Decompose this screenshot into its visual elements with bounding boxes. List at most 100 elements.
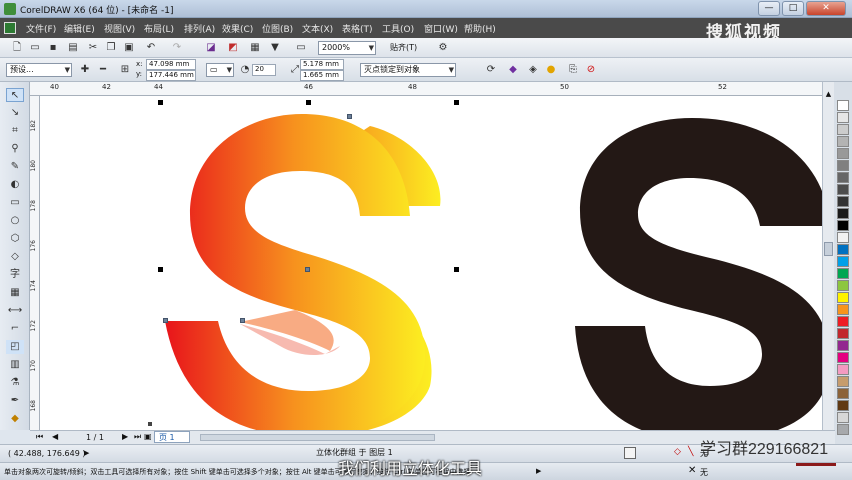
selection-handle[interactable] [158, 267, 163, 272]
palette-swatch[interactable] [837, 352, 849, 363]
palette-swatch[interactable] [837, 304, 849, 315]
export-icon[interactable]: ◩ [226, 41, 240, 55]
palette-swatch[interactable] [837, 160, 849, 171]
x-position-field[interactable]: 47.098 mm [146, 59, 196, 70]
vanishing-point-properties-combo[interactable]: 灭点锁定到对象 ▼ [360, 63, 456, 77]
selection-handle[interactable] [454, 267, 459, 272]
freehand-tool-icon[interactable]: ✎ [6, 160, 24, 174]
horizontal-ruler[interactable]: 40 42 44 46 48 50 52 [30, 82, 825, 96]
vanishing-point-marker[interactable] [148, 422, 152, 426]
snap-to-dropdown[interactable]: 贴齐(T) [390, 42, 417, 53]
page-tab[interactable]: 页 1 [154, 431, 190, 443]
menu-view[interactable]: 视图(V) [104, 22, 135, 35]
palette-swatch[interactable] [837, 220, 849, 231]
extrude-node[interactable] [163, 318, 168, 323]
extrude-tool-icon[interactable]: ◰ [6, 340, 24, 354]
table-tool-icon[interactable]: ▦ [6, 286, 24, 300]
hint-expand-icon[interactable]: ▶ [536, 467, 541, 475]
depth-field[interactable]: 20 [252, 64, 276, 76]
ellipse-tool-icon[interactable]: ○ [6, 214, 24, 228]
undo-icon[interactable]: ↶ [144, 41, 158, 55]
maximize-button[interactable]: □ [782, 1, 804, 16]
rectangle-tool-icon[interactable]: ▭ [6, 196, 24, 210]
crop-tool-icon[interactable]: ⌗ [6, 124, 24, 138]
menu-arrange[interactable]: 排列(A) [184, 22, 215, 35]
cut-icon[interactable]: ✂ [86, 41, 100, 55]
palette-swatch[interactable] [837, 388, 849, 399]
palette-swatch[interactable] [837, 376, 849, 387]
new-document-icon[interactable]: 🗋 [10, 41, 24, 55]
menu-tools[interactable]: 工具(O) [382, 22, 414, 35]
palette-swatch[interactable] [837, 148, 849, 159]
extrude-rotation-icon[interactable]: ⟳ [484, 63, 498, 77]
copy-icon[interactable]: ❐ [104, 41, 118, 55]
polygon-tool-icon[interactable]: ⬡ [6, 232, 24, 246]
full-screen-preview-icon[interactable]: ▭ [294, 41, 308, 55]
y-position-field[interactable]: 177.446 mm [146, 70, 196, 81]
connector-tool-icon[interactable]: ⌐ [6, 322, 24, 336]
vanishing-point-x-field[interactable]: 5.178 mm [300, 59, 344, 70]
palette-swatch[interactable] [837, 208, 849, 219]
palette-swatch[interactable] [837, 256, 849, 267]
copy-extrude-properties-icon[interactable]: ⎘ [566, 63, 580, 77]
color-proof-icon[interactable] [624, 447, 636, 459]
zoom-level-combo[interactable]: 2000% ▼ [318, 41, 376, 55]
palette-swatch[interactable] [837, 424, 849, 435]
palette-swatch[interactable] [837, 172, 849, 183]
extrude-node[interactable] [240, 318, 245, 323]
menu-bitmaps[interactable]: 位图(B) [262, 22, 293, 35]
clear-extrude-icon[interactable]: ⊘ [584, 63, 598, 77]
save-icon[interactable]: ▪ [46, 41, 60, 55]
extrude-color-icon[interactable]: ◆ [506, 63, 520, 77]
vanishing-point-y-field[interactable]: 1.665 mm [300, 70, 344, 81]
scroll-up-arrow-icon[interactable]: ▲ [824, 90, 833, 99]
palette-swatch[interactable] [837, 136, 849, 147]
palette-swatch[interactable] [837, 196, 849, 207]
selection-handle[interactable] [158, 100, 163, 105]
vertical-ruler[interactable]: 182 180 178 176 174 172 170 168 [30, 96, 40, 430]
options-icon[interactable]: ⚙ [436, 41, 450, 55]
preset-combo[interactable]: 预设... ▼ [6, 63, 72, 77]
palette-swatch[interactable] [837, 268, 849, 279]
add-preset-icon[interactable]: ✚ [78, 63, 92, 77]
resize-grip[interactable] [796, 463, 836, 466]
extrude-center-node[interactable] [305, 267, 310, 272]
remove-preset-icon[interactable]: ━ [96, 63, 110, 77]
menu-edit[interactable]: 编辑(E) [64, 22, 95, 35]
smart-fill-icon[interactable]: ◐ [6, 178, 24, 192]
extrude-node[interactable] [347, 114, 352, 119]
extrude-lighting-icon[interactable]: ● [544, 63, 558, 77]
previous-page-icon[interactable]: ◀ [52, 432, 58, 441]
palette-swatch[interactable] [837, 100, 849, 111]
palette-swatch[interactable] [837, 280, 849, 291]
outline-tool-icon[interactable]: ✒ [6, 394, 24, 408]
fill-tool-icon[interactable]: ◆ [6, 412, 24, 426]
pick-tool-icon[interactable]: ↖ [6, 88, 24, 102]
import-icon[interactable]: ◪ [204, 41, 218, 55]
palette-swatch[interactable] [837, 340, 849, 351]
extruded-s-front[interactable] [165, 114, 425, 430]
open-icon[interactable]: ▭ [28, 41, 42, 55]
next-page-icon[interactable]: ▶ [122, 432, 128, 441]
drawing-canvas[interactable] [40, 96, 825, 430]
menu-window[interactable]: 窗口(W) [424, 22, 458, 35]
menu-file[interactable]: 文件(F) [26, 22, 56, 35]
zoom-tool-icon[interactable]: ⚲ [6, 142, 24, 156]
scroll-thumb[interactable] [824, 242, 833, 256]
palette-swatch[interactable] [837, 316, 849, 327]
palette-swatch[interactable] [837, 328, 849, 339]
palette-swatch[interactable] [837, 400, 849, 411]
close-button[interactable]: ✕ [806, 1, 846, 16]
palette-swatch[interactable] [837, 124, 849, 135]
minimize-button[interactable]: — [758, 1, 780, 16]
selection-handle[interactable] [454, 100, 459, 105]
menu-layout[interactable]: 布局(L) [144, 22, 174, 35]
palette-swatch[interactable] [837, 112, 849, 123]
redo-icon[interactable]: ↷ [170, 41, 184, 55]
paste-icon[interactable]: ▣ [122, 41, 136, 55]
shape-tool-icon[interactable]: ↘ [6, 106, 24, 120]
expand-arrow-icon[interactable]: ▶ [84, 449, 89, 457]
palette-swatch[interactable] [837, 412, 849, 423]
add-page-icon[interactable]: ▣ [144, 432, 152, 441]
menu-effects[interactable]: 效果(C) [222, 22, 253, 35]
